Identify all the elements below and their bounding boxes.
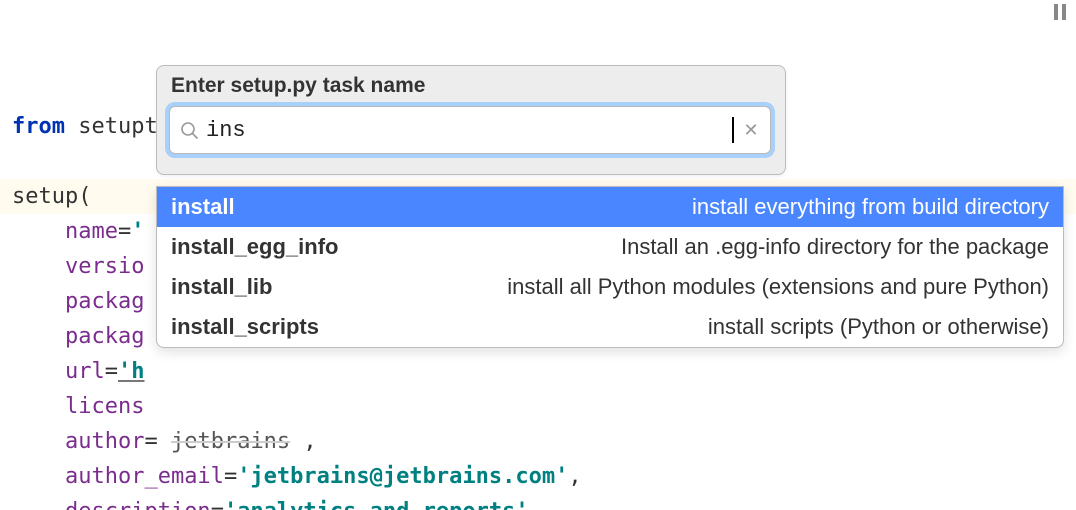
kw-license: licens [65, 394, 144, 419]
clear-icon[interactable]: ✕ [742, 121, 760, 139]
kw-description: description [65, 499, 211, 510]
completion-item[interactable]: install install everything from build di… [157, 187, 1063, 227]
kw-packages: packag [65, 289, 144, 314]
text-caret [732, 117, 734, 143]
kw-from: from [12, 114, 65, 139]
completion-item[interactable]: install_scripts install scripts (Python … [157, 307, 1063, 347]
completion-item-desc: install everything from build directory [692, 194, 1049, 220]
completion-item-name: install [171, 194, 235, 220]
val-name: ' [131, 219, 144, 244]
pause-icon[interactable] [1050, 2, 1070, 22]
val-url: 'h [118, 359, 145, 384]
completion-item[interactable]: install_lib install all Python modules (… [157, 267, 1063, 307]
val-author-email: 'jetbrains@jetbrains.com' [237, 464, 568, 489]
kw-author: author [65, 429, 144, 454]
kw-author-email: author_email [65, 464, 224, 489]
search-icon [180, 121, 198, 139]
completion-item-desc: install all Python modules (extensions a… [507, 274, 1049, 300]
task-search-popup: Enter setup.py task name ins ✕ [156, 65, 786, 175]
completion-item-desc: Install an .egg-info directory for the p… [621, 234, 1049, 260]
search-input-text[interactable]: ins [206, 118, 731, 143]
completion-item-name: install_scripts [171, 314, 319, 340]
call-setup: setup [12, 184, 78, 209]
popup-title: Enter setup.py task name [171, 74, 773, 98]
search-field[interactable]: ins ✕ [169, 106, 771, 154]
completion-item-desc: install scripts (Python or otherwise) [708, 314, 1049, 340]
kw-url: url [65, 359, 105, 384]
completion-item[interactable]: install_egg_info Install an .egg-info di… [157, 227, 1063, 267]
completion-list: install install everything from build di… [156, 186, 1064, 348]
val-description: 'analytics and reports' [224, 499, 529, 510]
kw-name: name [65, 219, 118, 244]
completion-item-name: install_egg_info [171, 234, 338, 260]
kw-package-data: packag [65, 324, 144, 349]
kw-version: versio [65, 254, 144, 279]
completion-item-name: install_lib [171, 274, 272, 300]
val-author-obscured: jetbrains [171, 429, 290, 454]
